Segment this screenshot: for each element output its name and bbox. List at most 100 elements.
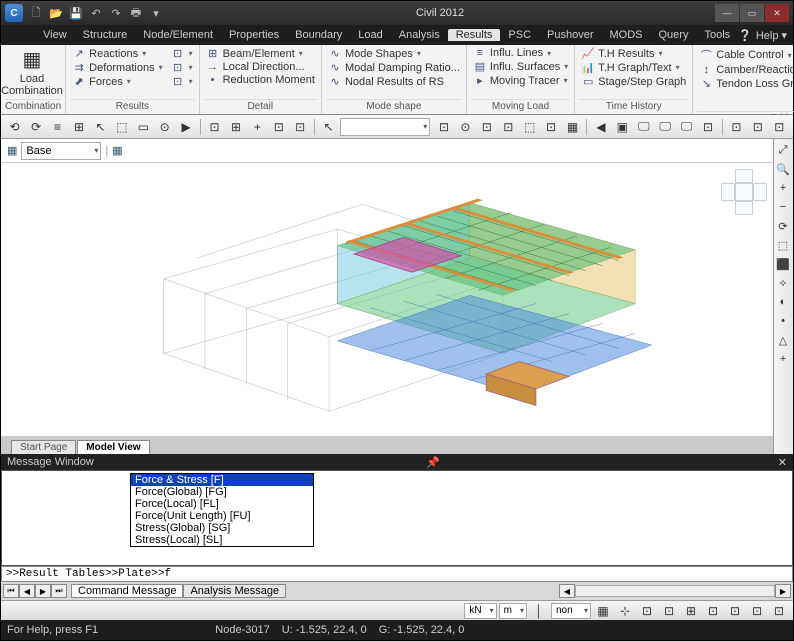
- right-tool-12[interactable]: 🖵: [677, 117, 696, 137]
- autocomplete-item[interactable]: Force(Global) [FG]: [131, 486, 313, 498]
- mode-combo[interactable]: non: [551, 603, 591, 619]
- left-tool-6[interactable]: ▭: [134, 117, 153, 137]
- right-tool-15[interactable]: ⊡: [727, 117, 746, 137]
- snap-b-icon[interactable]: ⊡: [659, 601, 679, 621]
- left-tool-14[interactable]: ⊡: [290, 117, 309, 137]
- vtool-7[interactable]: ✧: [774, 274, 792, 292]
- menu-view[interactable]: View: [35, 29, 75, 41]
- autocomplete-item[interactable]: Force(Local) [FL]: [131, 498, 313, 510]
- left-tool-11[interactable]: ⊞: [226, 117, 245, 137]
- left-tool-5[interactable]: ⬚: [112, 117, 131, 137]
- snap-line-icon[interactable]: ⊹: [615, 601, 635, 621]
- pin-icon[interactable]: 📌: [426, 456, 440, 469]
- snap-d-icon[interactable]: ⊡: [703, 601, 723, 621]
- ribbon-item-nodalresultsofrs[interactable]: ∿Nodal Results of RS: [326, 75, 462, 88]
- right-tool-1[interactable]: ⊙: [456, 117, 475, 137]
- menu-boundary[interactable]: Boundary: [287, 29, 350, 41]
- vtool-5[interactable]: ⬚: [774, 236, 792, 254]
- ribbon-item-tendonlossgraph[interactable]: ↘Tendon Loss Graph: [697, 77, 794, 90]
- left-tool-1[interactable]: ⟳: [26, 117, 45, 137]
- message-window-close[interactable]: ✕: [778, 456, 787, 469]
- ribbon-item-cablecontrol[interactable]: ⌒Cable Control▾: [697, 47, 794, 63]
- vtool-9[interactable]: •: [774, 312, 792, 330]
- vtool-2[interactable]: +: [774, 179, 792, 197]
- ribbon-item-forces[interactable]: ⬈Forces▾: [70, 75, 164, 88]
- left-tool-4[interactable]: ↖: [91, 117, 110, 137]
- ribbon-item-modeshapes[interactable]: ∿Mode Shapes▾: [326, 47, 462, 60]
- vtool-11[interactable]: +: [774, 350, 792, 368]
- snap-grid-icon[interactable]: ▦: [593, 601, 613, 621]
- h-scrollbar[interactable]: [575, 585, 775, 597]
- left-tool-0[interactable]: ⟲: [5, 117, 24, 137]
- snap-f-icon[interactable]: ⊡: [747, 601, 767, 621]
- ribbon-item-influsurfaces[interactable]: ▤Influ. Surfaces▾: [471, 60, 570, 73]
- left-tool-7[interactable]: ⊙: [155, 117, 174, 137]
- ribbon-item-reactions[interactable]: ↗Reactions▾: [70, 47, 164, 60]
- right-tool-6[interactable]: ▦: [563, 117, 582, 137]
- qat-undo-icon[interactable]: ↶: [87, 4, 105, 22]
- loadcase-combo[interactable]: Base: [21, 142, 101, 160]
- ribbon-item-camberreaction[interactable]: ↕Camber/Reaction▾: [697, 64, 794, 76]
- help-icon[interactable]: ❔: [738, 29, 752, 42]
- right-tool-9[interactable]: ▣: [613, 117, 632, 137]
- snap-g-icon[interactable]: ⊡: [769, 601, 789, 621]
- vtool-8[interactable]: ◐: [774, 293, 792, 311]
- view-tab-startpage[interactable]: Start Page: [11, 440, 76, 454]
- qat-redo-icon[interactable]: ↷: [107, 4, 125, 22]
- tab-nav-prev[interactable]: ◀: [19, 584, 35, 598]
- qat-open-icon[interactable]: 📂: [47, 4, 65, 22]
- qat-save-icon[interactable]: 💾: [67, 4, 85, 22]
- vtool-0[interactable]: ⤢: [774, 141, 792, 159]
- right-tool-5[interactable]: ⊡: [541, 117, 560, 137]
- maximize-button[interactable]: ▭: [740, 4, 764, 22]
- menu-structure[interactable]: Structure: [75, 29, 136, 41]
- ribbon-extra-dd[interactable]: ⊡▾: [169, 47, 195, 60]
- menu-tools[interactable]: Tools: [696, 29, 738, 41]
- ribbon-item-deformations[interactable]: ⇉Deformations▾: [70, 61, 164, 74]
- command-line[interactable]: >>Result Tables>>Plate>>f: [1, 566, 793, 582]
- menu-query[interactable]: Query: [651, 29, 697, 41]
- tab-nav-first[interactable]: ⏮: [3, 584, 19, 598]
- ribbon-item-beamelement[interactable]: ⊞Beam/Element▾: [204, 47, 317, 60]
- toolbar-combo[interactable]: [340, 118, 430, 136]
- right-tool-3[interactable]: ⊡: [499, 117, 518, 137]
- right-tool-8[interactable]: ◀: [591, 117, 610, 137]
- ribbon-item-modaldampingratio[interactable]: ∿Modal Damping Ratio...: [326, 61, 462, 74]
- left-tool-16[interactable]: ↖: [319, 117, 338, 137]
- tab-analysis-message[interactable]: Analysis Message: [183, 584, 286, 598]
- ribbon-item-thresults[interactable]: 📈T.H Results▾: [579, 47, 688, 60]
- ribbon-combination-button[interactable]: ▦LoadCombination: [5, 47, 59, 99]
- autocomplete-item[interactable]: Stress(Local) [SL]: [131, 534, 313, 546]
- qat-new-icon[interactable]: 🗋: [27, 4, 45, 22]
- ribbon-extra-dd[interactable]: ⊡▾: [169, 61, 195, 74]
- snap-c-icon[interactable]: ⊞: [681, 601, 701, 621]
- model-canvas[interactable]: [1, 163, 773, 436]
- left-tool-8[interactable]: ▶: [176, 117, 195, 137]
- left-tool-3[interactable]: ⊞: [69, 117, 88, 137]
- snap-a-icon[interactable]: ⊡: [637, 601, 657, 621]
- right-tool-4[interactable]: ⬚: [520, 117, 539, 137]
- qat-dropdown-icon[interactable]: ▾: [147, 4, 165, 22]
- left-tool-12[interactable]: +: [248, 117, 267, 137]
- menu-pushover[interactable]: Pushover: [539, 29, 601, 41]
- view-tab-modelview[interactable]: Model View: [77, 440, 149, 454]
- menu-properties[interactable]: Properties: [221, 29, 287, 41]
- right-tool-16[interactable]: ⊡: [748, 117, 767, 137]
- ribbon-item-movingtracer[interactable]: ▸Moving Tracer▾: [471, 74, 570, 87]
- menu-analysis[interactable]: Analysis: [391, 29, 448, 41]
- qat-print-icon[interactable]: 🖶: [127, 4, 145, 22]
- autocomplete-item[interactable]: Stress(Global) [SG]: [131, 522, 313, 534]
- vtool-3[interactable]: −: [774, 198, 792, 216]
- tab-nav-next[interactable]: ▶: [35, 584, 51, 598]
- tab-command-message[interactable]: Command Message: [71, 584, 183, 598]
- snap-e-icon[interactable]: ⊡: [725, 601, 745, 621]
- right-tool-17[interactable]: ⊡: [770, 117, 789, 137]
- tab-nav-last[interactable]: ⏭: [51, 584, 67, 598]
- right-tool-11[interactable]: 🖵: [655, 117, 674, 137]
- vtool-1[interactable]: 🔍: [774, 160, 792, 178]
- view-mode-icon[interactable]: ▦: [112, 144, 122, 157]
- autocomplete-item[interactable]: Force(Unit Length) [FU]: [131, 510, 313, 522]
- menu-psc[interactable]: PSC: [500, 29, 539, 41]
- vtool-10[interactable]: △: [774, 331, 792, 349]
- autocomplete-item[interactable]: Force & Stress [F]: [131, 474, 313, 486]
